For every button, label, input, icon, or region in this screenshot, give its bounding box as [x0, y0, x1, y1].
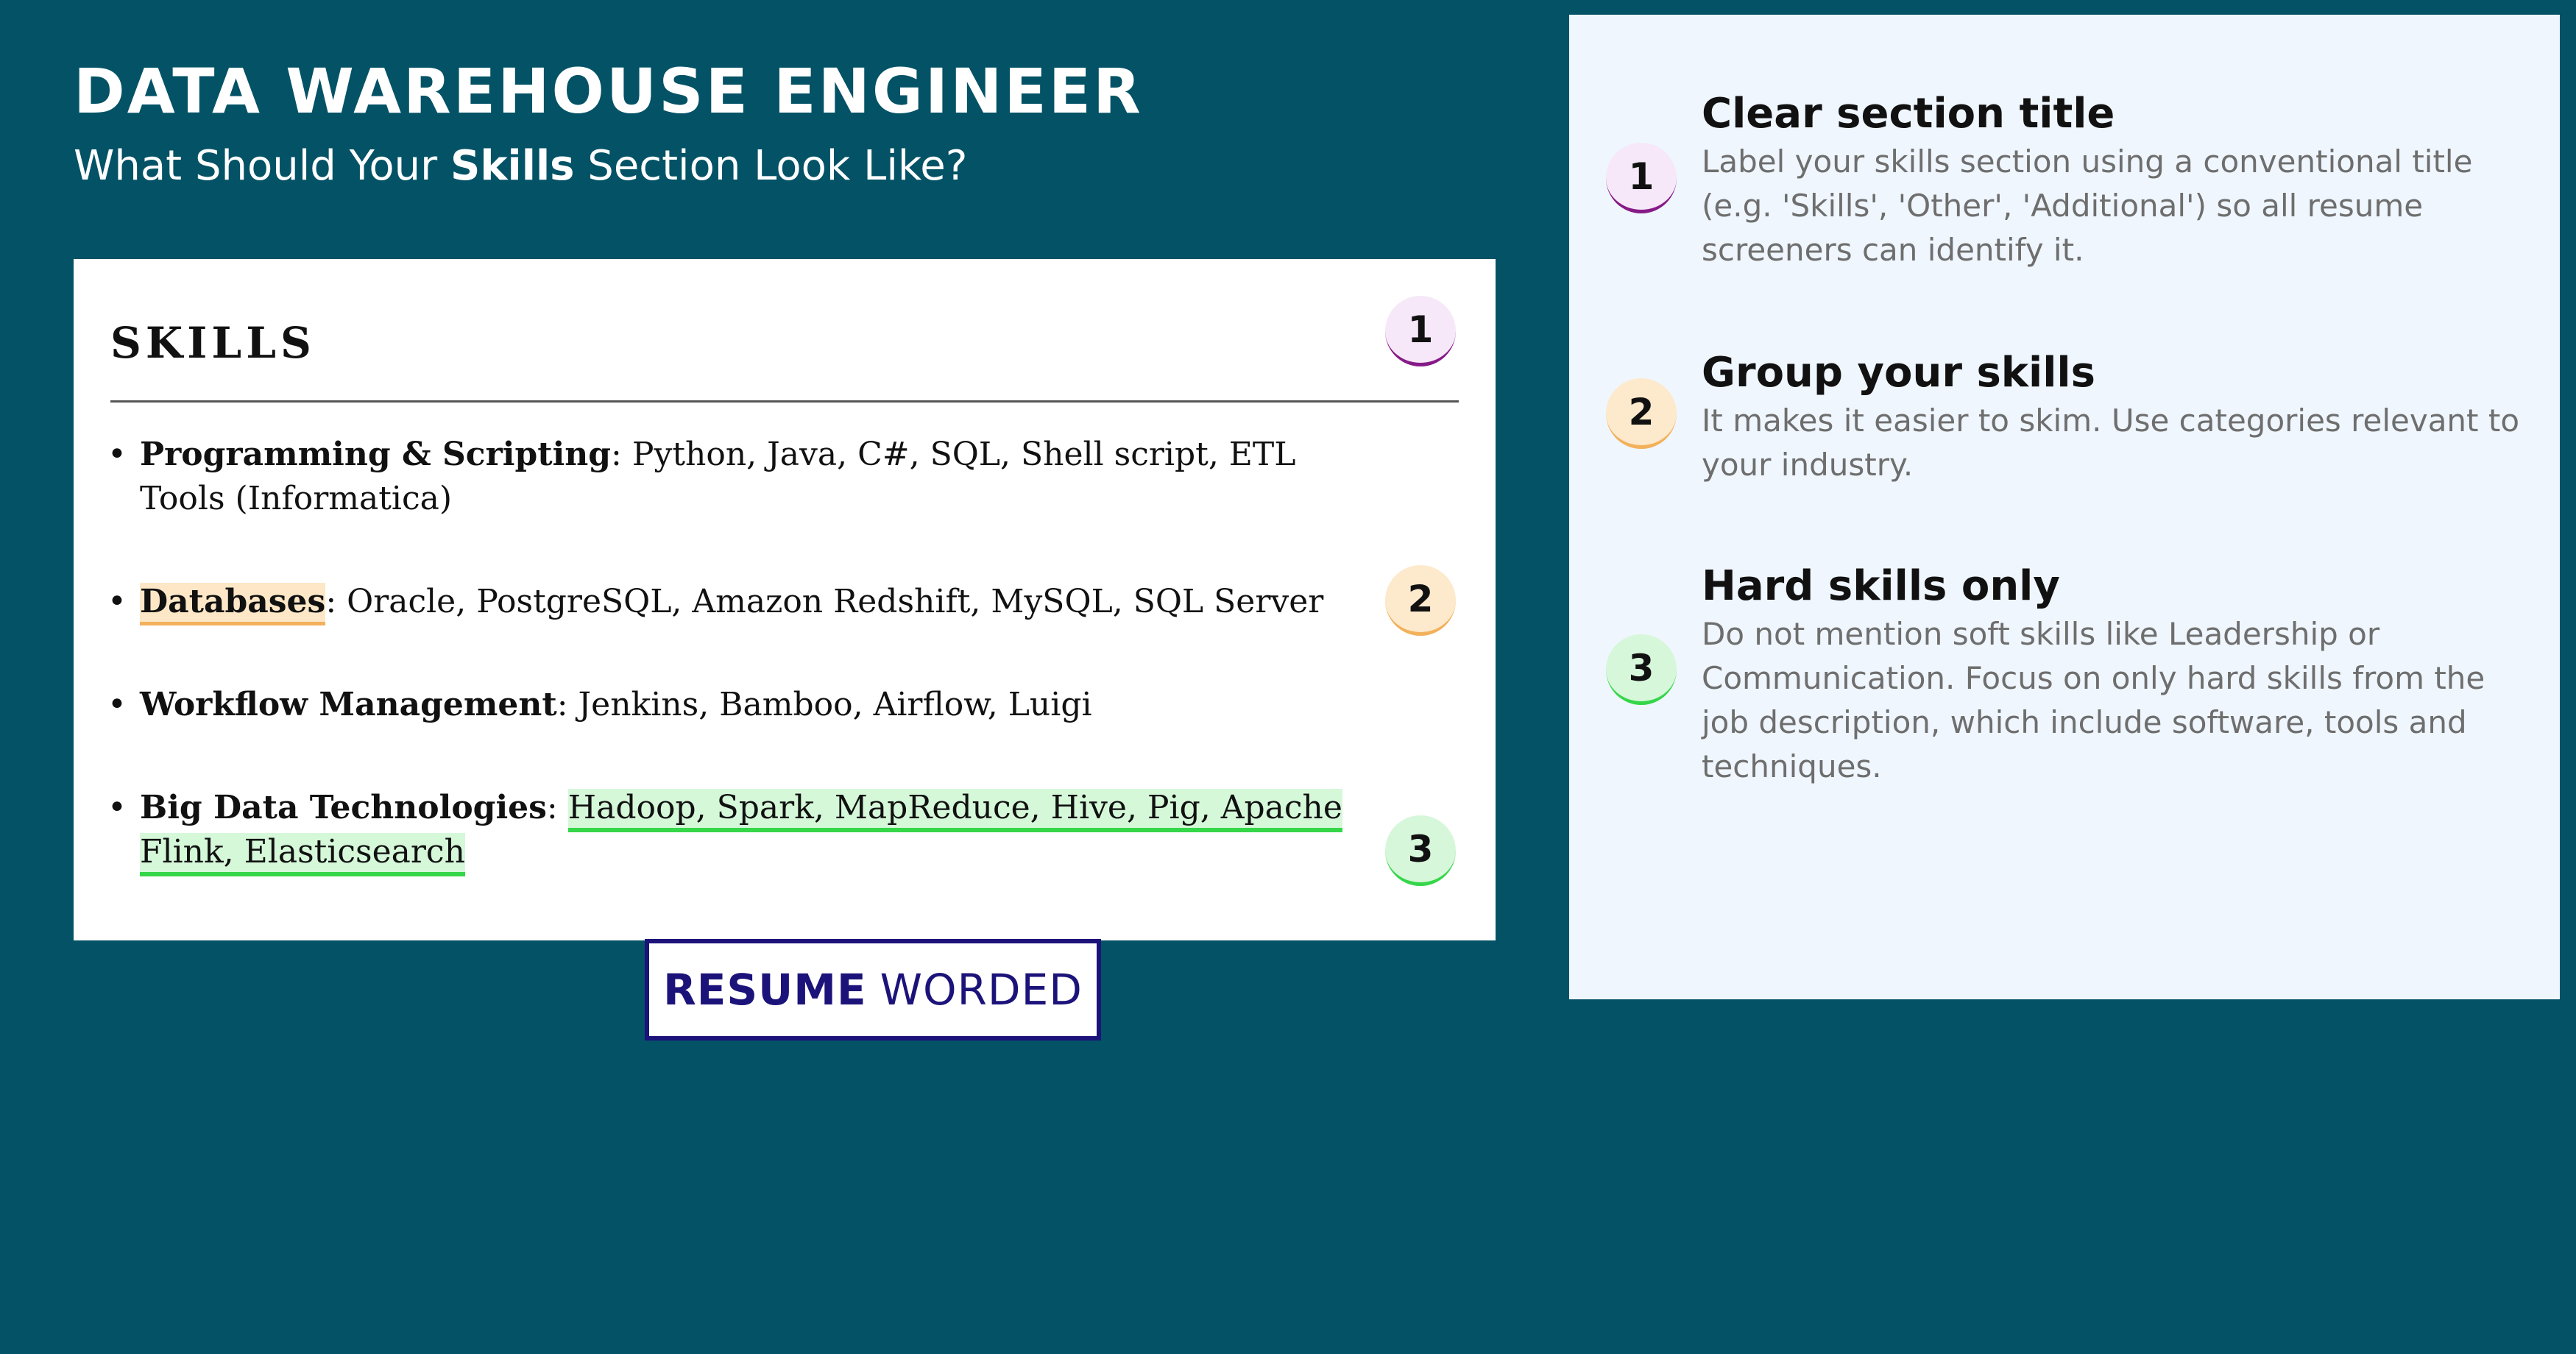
- tip-badge-1: 1: [1606, 143, 1677, 213]
- skill-separator: :: [556, 686, 578, 723]
- page-subtitle: What Should Your Skills Section Look Lik…: [74, 146, 967, 187]
- skill-item: • Programming & Scripting: Python, Java,…: [107, 433, 1391, 521]
- section-divider: [110, 400, 1459, 403]
- skill-list: Jenkins, Bamboo, Airflow, Luigi: [578, 686, 1092, 723]
- subtitle-bold: Skills: [450, 142, 575, 190]
- page-title: DATA WAREHOUSE ENGINEER: [74, 55, 1143, 127]
- logo-part-worded: WORDED: [880, 965, 1083, 1015]
- tip-title: Clear section title: [1702, 90, 2115, 138]
- skill-separator: :: [325, 583, 347, 620]
- bullet-icon: •: [107, 583, 127, 620]
- skill-separator: :: [546, 789, 568, 826]
- tip-title: Hard skills only: [1702, 562, 2060, 610]
- subtitle-prefix: What Should Your: [74, 142, 450, 190]
- resume-skills-card: SKILLS 1 • Programming & Scripting: Pyth…: [74, 259, 1496, 940]
- skill-category: Workflow Management: [140, 686, 557, 723]
- tips-panel: 1 Clear section title Label your skills …: [1569, 15, 2560, 999]
- tip-item: Hard skills only Do not mention soft ski…: [1702, 561, 2541, 789]
- tip-item: Clear section title Label your skills se…: [1702, 88, 2541, 272]
- bullet-icon: •: [107, 436, 127, 473]
- subtitle-suffix: Section Look Like?: [574, 142, 968, 190]
- tip-badge-2: 2: [1606, 378, 1677, 449]
- tip-badge-3: 3: [1606, 634, 1677, 705]
- skill-category: Programming & Scripting: [140, 436, 612, 473]
- badge-2: 2: [1385, 565, 1456, 636]
- skill-separator: :: [611, 436, 632, 473]
- logo-part-resume: RESUME: [663, 965, 867, 1015]
- tip-item: Group your skills It makes it easier to …: [1702, 347, 2541, 487]
- skills-section-heading: SKILLS: [110, 318, 316, 368]
- skill-category-highlighted: Databases: [140, 583, 326, 625]
- tip-body: Do not mention soft skills like Leadersh…: [1702, 616, 2485, 784]
- skill-item: • Big Data Technologies: Hadoop, Spark, …: [107, 786, 1347, 876]
- tip-body: Label your skills section using a conven…: [1702, 143, 2473, 268]
- bullet-icon: •: [107, 789, 127, 826]
- bullet-icon: •: [107, 686, 127, 723]
- badge-3: 3: [1385, 815, 1456, 886]
- skill-list: Oracle, PostgreSQL, Amazon Redshift, MyS…: [347, 583, 1324, 620]
- skill-item: • Databases: Oracle, PostgreSQL, Amazon …: [107, 580, 1391, 625]
- resume-worded-logo: RESUME WORDED: [645, 939, 1101, 1041]
- tip-title: Group your skills: [1702, 349, 2095, 397]
- tip-body: It makes it easier to skim. Use categori…: [1702, 403, 2520, 483]
- skill-category: Big Data Technologies: [140, 789, 547, 826]
- skill-item: • Workflow Management: Jenkins, Bamboo, …: [107, 683, 1391, 727]
- badge-1: 1: [1385, 296, 1456, 366]
